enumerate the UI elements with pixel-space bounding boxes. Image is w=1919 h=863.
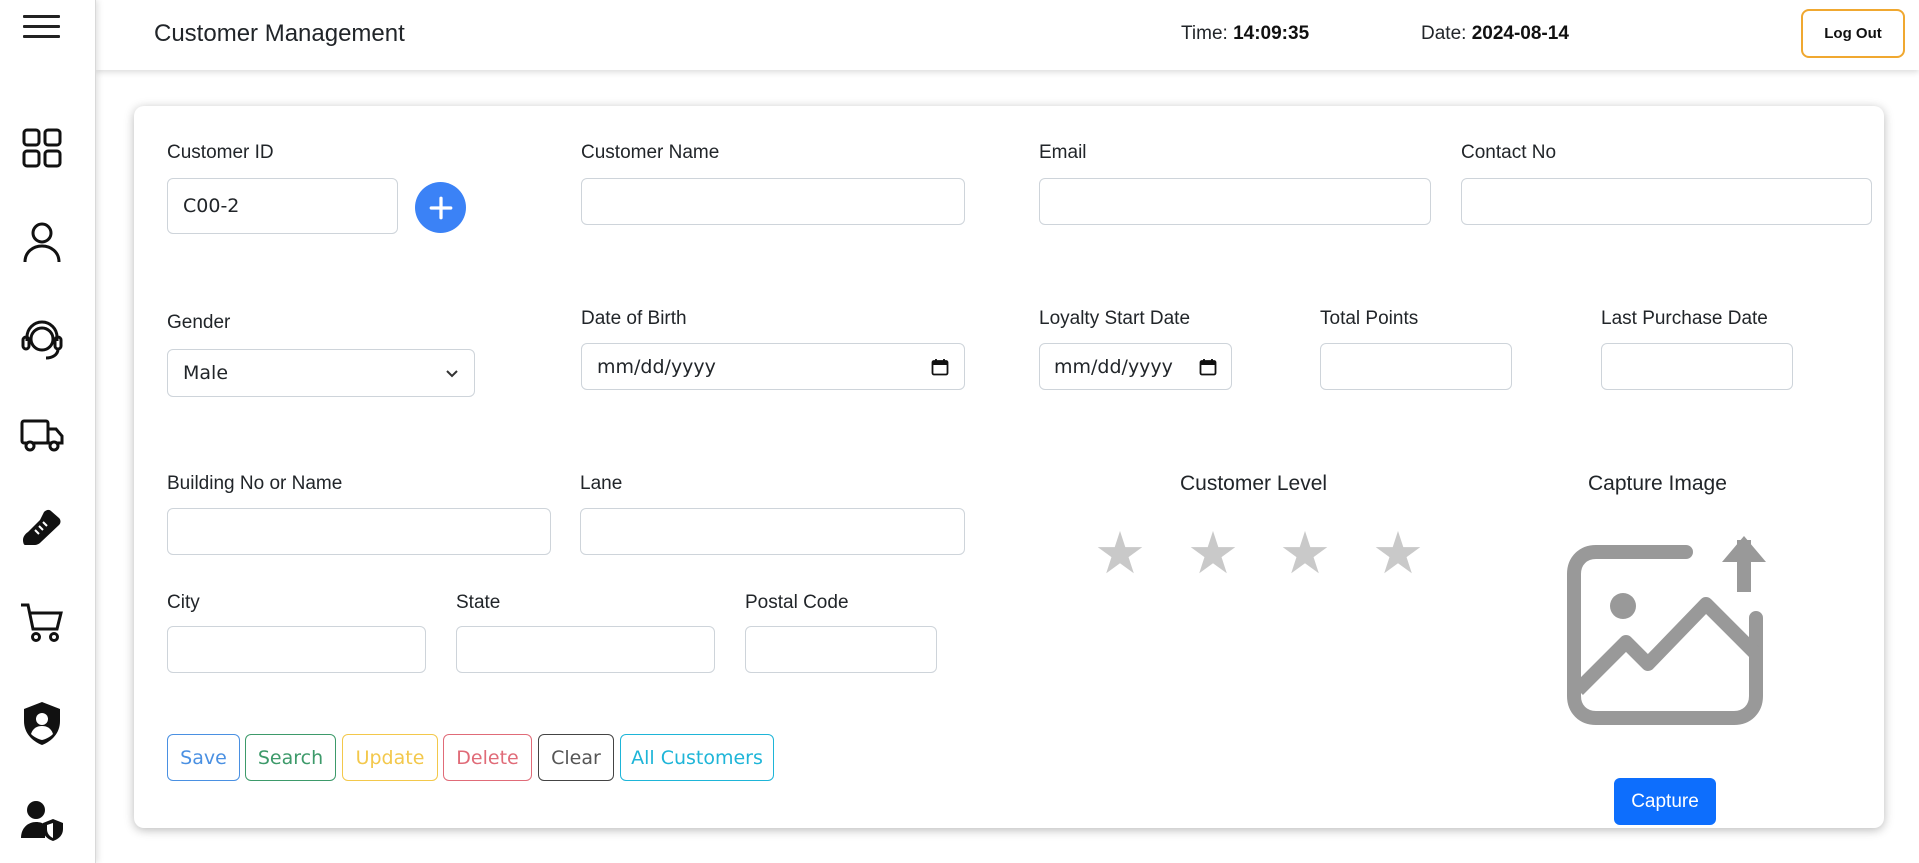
contact-no-label: Contact No (1461, 142, 1557, 163)
delivery-truck-icon[interactable] (14, 406, 70, 462)
gender-label: Gender (167, 312, 231, 333)
customer-id-value: C00-2 (183, 195, 240, 217)
dashboard-icon[interactable] (14, 120, 70, 176)
calendar-icon[interactable] (1199, 358, 1217, 376)
plus-icon (429, 196, 452, 219)
hamburger-menu-icon[interactable] (23, 15, 60, 39)
time-label: Time: (1181, 23, 1234, 44)
date-label: Date: (1421, 23, 1472, 44)
email-field[interactable] (1039, 178, 1431, 225)
loyalty-placeholder: mm/dd/yyyy (1054, 355, 1173, 378)
total-points-label: Total Points (1320, 308, 1419, 329)
contact-no-field[interactable] (1461, 178, 1872, 225)
all-customers-button[interactable]: All Customers (620, 734, 774, 781)
loyalty-start-date-label: Loyalty Start Date (1039, 308, 1191, 329)
add-customer-button[interactable] (415, 182, 466, 233)
image-upload-icon (1567, 536, 1766, 725)
email-label: Email (1039, 142, 1087, 163)
gender-value: Male (183, 362, 229, 384)
update-button[interactable]: Update (342, 734, 438, 781)
total-points-field[interactable] (1320, 343, 1512, 390)
star-icon[interactable]: ★ (1187, 524, 1239, 582)
lane-label: Lane (580, 473, 623, 494)
customer-name-label: Customer Name (581, 142, 720, 163)
sidebar (0, 0, 96, 863)
date-display: Date: 2024-08-14 (1421, 23, 1569, 45)
shoe-icon[interactable] (14, 497, 70, 553)
capture-image-label: Capture Image (1588, 472, 1727, 495)
star-icon[interactable]: ★ (1372, 524, 1424, 582)
dob-field[interactable]: mm/dd/yyyy (581, 343, 965, 390)
lane-field[interactable] (580, 508, 965, 555)
logout-button[interactable]: Log Out (1801, 9, 1905, 58)
customer-id-field[interactable]: C00-2 (167, 178, 398, 234)
delete-button[interactable]: Delete (443, 734, 532, 781)
date-value: 2024-08-14 (1471, 23, 1569, 44)
customer-form-card: Customer ID C00-2 Customer Name Email Co… (134, 106, 1884, 828)
user-shield-icon[interactable] (14, 792, 70, 848)
user-icon[interactable] (14, 214, 70, 270)
customer-id-label: Customer ID (167, 142, 274, 163)
top-header: Customer Management Time: 14:09:35 Date:… (96, 0, 1919, 70)
cart-icon[interactable] (14, 594, 70, 650)
postal-code-field[interactable] (745, 626, 937, 673)
city-field[interactable] (167, 626, 426, 673)
state-field[interactable] (456, 626, 715, 673)
clear-button[interactable]: Clear (538, 734, 614, 781)
building-field[interactable] (167, 508, 551, 555)
state-label: State (456, 592, 501, 613)
customer-name-field[interactable] (581, 178, 965, 225)
time-value: 14:09:35 (1233, 23, 1310, 44)
loyalty-start-date-field[interactable]: mm/dd/yyyy (1039, 343, 1232, 390)
building-label: Building No or Name (167, 473, 343, 494)
shield-user-icon[interactable] (14, 695, 70, 751)
page-title: Customer Management (154, 20, 405, 47)
chevron-down-icon (446, 370, 458, 378)
headset-icon[interactable] (14, 312, 70, 368)
calendar-icon[interactable] (931, 358, 949, 376)
time-display: Time: 14:09:35 (1181, 23, 1309, 45)
postal-code-label: Postal Code (745, 592, 849, 613)
city-label: City (167, 592, 200, 613)
save-button[interactable]: Save (167, 734, 240, 781)
search-button[interactable]: Search (245, 734, 336, 781)
dob-placeholder: mm/dd/yyyy (597, 355, 716, 378)
star-icon[interactable]: ★ (1279, 524, 1331, 582)
customer-level-label: Customer Level (1180, 472, 1328, 495)
last-purchase-date-label: Last Purchase Date (1601, 308, 1768, 329)
dob-label: Date of Birth (581, 308, 687, 329)
gender-select[interactable]: Male (167, 349, 475, 397)
capture-button[interactable]: Capture (1614, 778, 1716, 825)
star-icon[interactable]: ★ (1094, 524, 1146, 582)
last-purchase-date-field[interactable] (1601, 343, 1793, 390)
